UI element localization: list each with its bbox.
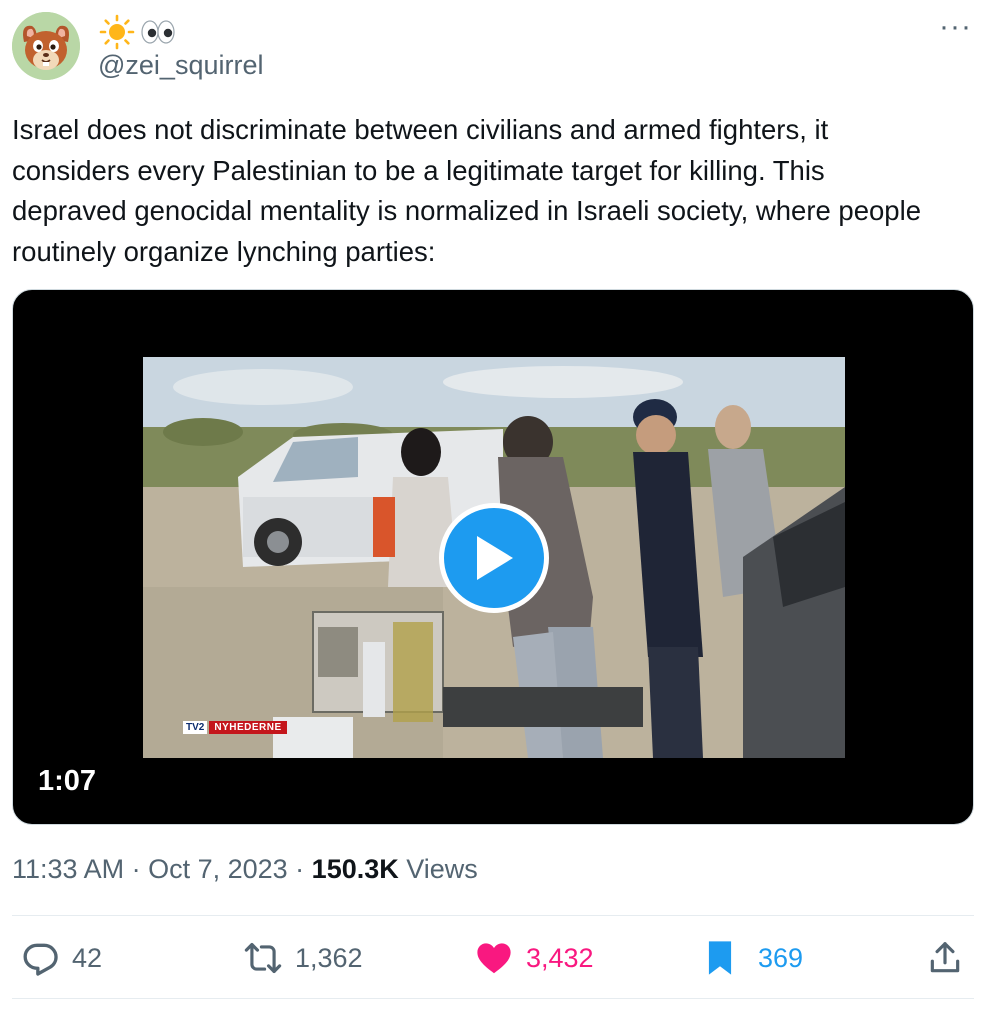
reply-icon [23, 943, 58, 976]
like-button[interactable]: 3,432 [474, 928, 594, 988]
retweet-button[interactable]: 1,362 [243, 928, 363, 988]
heart-icon [477, 943, 511, 974]
share-button[interactable] [926, 928, 964, 988]
bookmark-button[interactable]: 369 [704, 928, 803, 988]
tweet-time[interactable]: 11:33 AM [12, 854, 124, 885]
user-handle[interactable]: @zei_squirrel [98, 50, 263, 81]
divider-top [12, 915, 974, 916]
bookmark-count: 369 [758, 942, 804, 973]
tweet-date[interactable]: Oct 7, 2023 [148, 854, 288, 885]
reply-count: 42 [72, 942, 103, 973]
views-count[interactable]: 150.3K [312, 854, 399, 885]
views-label: Views [406, 854, 478, 884]
reply-button[interactable]: 42 [22, 928, 102, 988]
meta-separator: · [124, 854, 149, 884]
share-icon [930, 942, 960, 973]
sun-icon [99, 14, 135, 50]
video-player[interactable]: TV2 NYHEDERNE 1:07 [12, 289, 974, 825]
squirrel-avatar-icon [12, 12, 80, 80]
like-count: 3,432 [526, 942, 594, 973]
tweet-text: Israel does not discriminate between civ… [12, 114, 922, 267]
tweet-meta: 11:33 AM · Oct 7, 2023 · 150.3K Views [12, 854, 478, 885]
tweet: ☀️👀 @zei_squirrel ··· Israel does not di… [0, 0, 1002, 1010]
retweet-icon [244, 942, 282, 974]
bookmark-icon [708, 941, 732, 975]
video-duration: 1:07 [38, 765, 97, 797]
broadcaster-watermark: TV2 NYHEDERNE [183, 721, 287, 734]
watermark-box: TV2 [183, 721, 208, 734]
watermark-label: NYHEDERNE [209, 721, 287, 734]
meta-separator: · [287, 854, 312, 884]
play-button[interactable] [439, 503, 549, 613]
eyes-icon [141, 20, 175, 44]
display-name[interactable]: ☀️👀 [98, 14, 178, 50]
retweet-count: 1,362 [295, 942, 363, 973]
more-options-icon[interactable]: ··· [939, 12, 972, 42]
play-icon [477, 536, 513, 580]
avatar[interactable] [12, 12, 80, 80]
action-bar: 42 1,362 3,432 369 [0, 928, 1002, 988]
views-gap [399, 854, 407, 885]
divider-bottom [12, 998, 974, 999]
